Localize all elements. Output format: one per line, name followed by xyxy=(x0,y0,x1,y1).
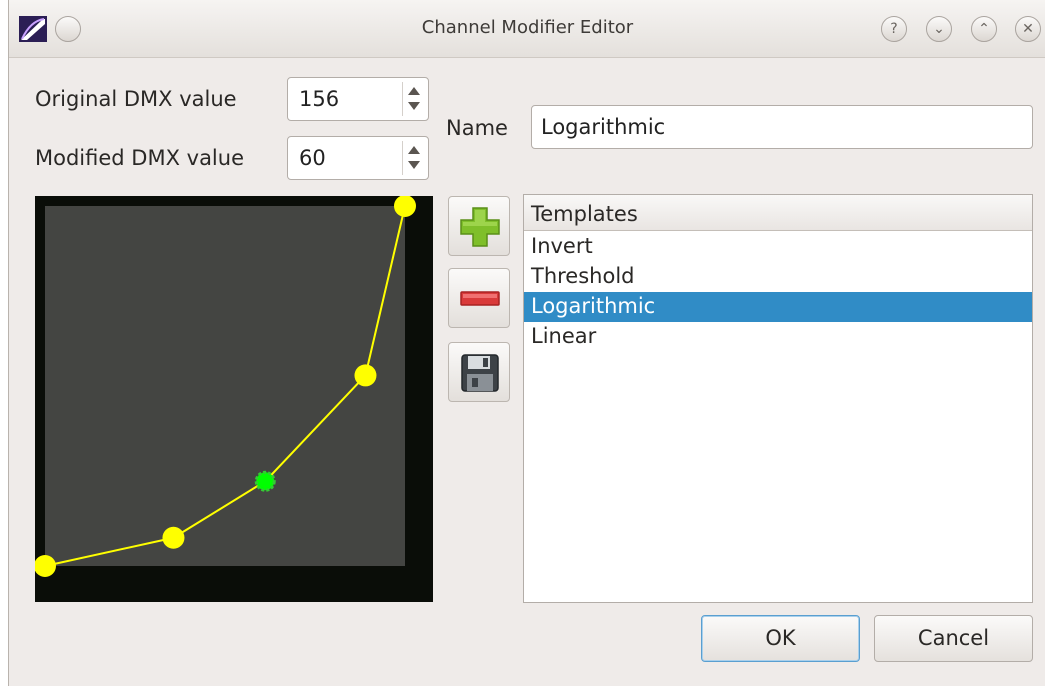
template-item-logarithmic[interactable]: Logarithmic xyxy=(524,292,1032,322)
plus-icon xyxy=(460,207,500,247)
original-dmx-value: 156 xyxy=(299,87,340,111)
minimize-icon[interactable]: ⌄ xyxy=(926,16,952,42)
template-item-invert[interactable]: Invert xyxy=(524,232,1032,262)
curve-handle[interactable] xyxy=(354,364,377,387)
templates-list[interactable]: Templates Invert Threshold Logarithmic L… xyxy=(523,194,1033,603)
decrement-arrow-icon[interactable] xyxy=(408,102,420,110)
original-dmx-label: Original DMX value xyxy=(35,87,237,111)
increment-arrow-icon[interactable] xyxy=(408,87,420,95)
ok-button[interactable]: OK xyxy=(701,615,860,662)
template-item-threshold[interactable]: Threshold xyxy=(524,262,1032,292)
help-icon[interactable]: ? xyxy=(881,16,907,42)
modified-dmx-stepper[interactable] xyxy=(402,141,425,175)
save-template-button[interactable] xyxy=(448,342,510,402)
title-bar[interactable]: Channel Modifier Editor ? ⌄ ⌃ ✕ xyxy=(9,0,1045,58)
original-dmx-stepper[interactable] xyxy=(402,82,425,116)
templates-header[interactable]: Templates xyxy=(524,195,1032,231)
template-item-linear[interactable]: Linear xyxy=(524,322,1032,352)
modifier-curve-editor[interactable] xyxy=(35,196,433,602)
name-input-value: Logarithmic xyxy=(541,115,666,139)
curve-handle[interactable] xyxy=(35,555,56,577)
remove-point-button[interactable] xyxy=(448,268,510,328)
cancel-button[interactable]: Cancel xyxy=(874,615,1033,662)
template-item-label: Threshold xyxy=(531,264,635,288)
close-icon[interactable]: ✕ xyxy=(1015,16,1041,42)
curve-handle-selected[interactable] xyxy=(254,470,276,492)
add-point-button[interactable] xyxy=(448,196,510,256)
template-item-label: Logarithmic xyxy=(531,294,656,318)
minus-icon xyxy=(460,291,500,306)
floppy-disk-icon xyxy=(461,354,499,392)
curve-plot-area xyxy=(45,206,405,566)
templates-header-label: Templates xyxy=(531,202,638,226)
modified-dmx-value: 60 xyxy=(299,146,326,170)
original-dmx-spinbox[interactable]: 156 xyxy=(287,77,429,121)
template-item-label: Invert xyxy=(531,234,593,258)
increment-arrow-icon[interactable] xyxy=(408,146,420,154)
maximize-icon[interactable]: ⌃ xyxy=(971,16,997,42)
name-label: Name xyxy=(446,116,508,140)
modified-dmx-spinbox[interactable]: 60 xyxy=(287,136,429,180)
decrement-arrow-icon[interactable] xyxy=(408,161,420,169)
template-item-label: Linear xyxy=(531,324,597,348)
name-input[interactable]: Logarithmic xyxy=(531,105,1033,149)
curve-handle[interactable] xyxy=(162,526,185,549)
curve-handle[interactable] xyxy=(394,196,416,217)
modified-dmx-label: Modified DMX value xyxy=(35,146,244,170)
channel-modifier-editor-window: Channel Modifier Editor ? ⌄ ⌃ ✕ Original… xyxy=(8,0,1045,686)
